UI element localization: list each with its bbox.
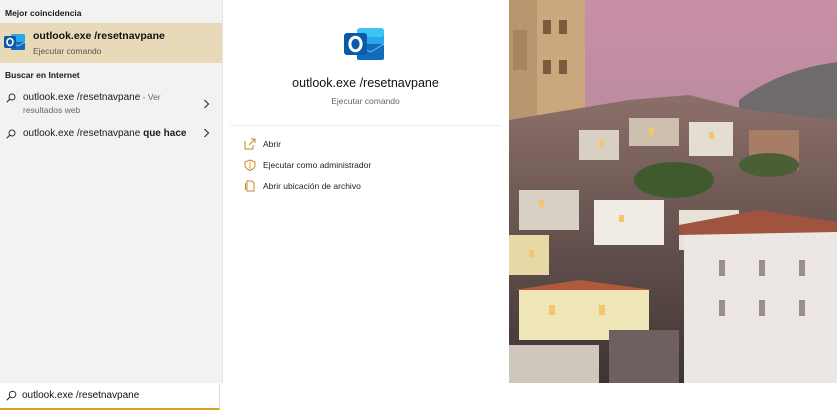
web-result-item[interactable]: outlook.exe /resetnavpane que hace [0, 127, 222, 141]
best-match-header: Mejor coincidencia [5, 8, 82, 18]
search-input[interactable] [22, 388, 212, 403]
action-label: Ejecutar como administrador [263, 160, 372, 170]
web-result-suffix: - Ver [140, 92, 161, 102]
search-icon [6, 390, 17, 401]
web-result-bold: que hace [140, 128, 187, 139]
action-run-as-admin[interactable]: Ejecutar como administrador [244, 159, 404, 173]
action-open[interactable]: Abrir [244, 138, 404, 152]
chevron-right-icon[interactable] [203, 99, 210, 109]
best-match-subtitle: Ejecutar comando [33, 46, 102, 56]
detail-subtitle: Ejecutar comando [331, 96, 400, 106]
open-icon [244, 138, 256, 150]
web-search-header: Buscar en Internet [5, 70, 80, 80]
detail-panel: outlook.exe /resetnavpane Ejecutar coman… [230, 9, 501, 383]
action-label: Abrir ubicación de archivo [263, 181, 361, 191]
detail-title: outlook.exe /resetnavpane [292, 76, 439, 90]
results-list: Mejor coincidencia outlook.exe /resetnav… [0, 0, 223, 383]
wallpaper-photo [509, 0, 837, 383]
search-box[interactable] [0, 383, 220, 410]
web-result-item[interactable]: outlook.exe /resetnavpane - Ver resultad… [0, 91, 222, 119]
best-match-item[interactable]: outlook.exe /resetnavpane Ejecutar coman… [0, 23, 222, 63]
action-label: Abrir [263, 139, 281, 149]
search-icon [6, 93, 16, 103]
web-result-text: outlook.exe /resetnavpane - Ver resultad… [23, 91, 193, 117]
web-result-query: outlook.exe /resetnavpane [23, 92, 141, 103]
outlook-app-icon [344, 28, 385, 60]
best-match-title: outlook.exe /resetnavpane [33, 30, 165, 42]
detail-header: outlook.exe /resetnavpane Ejecutar coman… [230, 9, 501, 126]
chevron-right-icon[interactable] [203, 128, 210, 138]
web-result-query: outlook.exe /resetnavpane [23, 128, 141, 139]
web-result-subline: resultados web [23, 105, 81, 115]
web-result-text: outlook.exe /resetnavpane que hace [23, 127, 193, 140]
file-location-icon [245, 180, 255, 192]
outlook-app-icon [4, 34, 26, 50]
search-icon [6, 129, 16, 139]
windows-search-screen: Mejor coincidencia outlook.exe /resetnav… [0, 0, 837, 411]
action-open-file-location[interactable]: Abrir ubicación de archivo [244, 180, 404, 194]
admin-shield-icon [244, 159, 256, 171]
